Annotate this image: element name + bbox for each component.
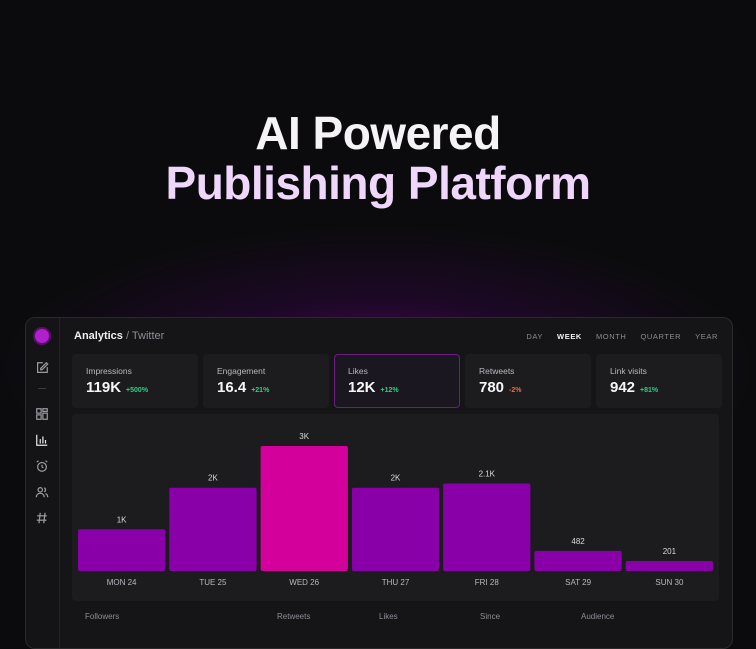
- column-retweets[interactable]: Retweets: [277, 612, 310, 621]
- breadcrumb-twitter: Twitter: [131, 330, 165, 342]
- metric-cards: Impressions 119K +500% Engagement 16.4 +…: [72, 354, 722, 408]
- hero-line-2: Publishing Platform: [165, 157, 591, 209]
- metric-card-likes[interactable]: Likes 12K +12%: [334, 354, 460, 408]
- metric-label: Likes: [348, 366, 368, 376]
- bar-chart-icon[interactable]: [35, 433, 49, 447]
- alarm-icon[interactable]: [35, 459, 49, 473]
- metric-delta: -2%: [509, 387, 522, 394]
- metric-delta: +12%: [380, 387, 399, 394]
- bar-thu-27[interactable]: [351, 487, 440, 571]
- data-label: 3K: [299, 432, 309, 441]
- range-day[interactable]: DAY: [526, 332, 543, 341]
- column-audience[interactable]: Audience: [581, 612, 614, 621]
- metric-value: 942: [610, 379, 636, 396]
- bar-tue-25[interactable]: [169, 487, 257, 571]
- column-likes[interactable]: Likes: [379, 612, 398, 621]
- data-label: 482: [571, 537, 585, 546]
- data-label: 201: [663, 547, 677, 556]
- column-followers[interactable]: Followers: [85, 612, 119, 621]
- dashboard-icon[interactable]: [35, 407, 49, 421]
- likes-bar-chart: 1K MON 24 2K TUE 25 3K WED 26 2K THU 27 2.1K FRI …: [72, 414, 719, 601]
- x-tick-label: TUE 25: [199, 578, 227, 587]
- metric-card-link-visits[interactable]: Link visits 942 +81%: [596, 354, 722, 408]
- users-icon[interactable]: [35, 485, 49, 499]
- breadcrumb: Analytics / Twitter: [74, 330, 164, 342]
- app-window: Analytics / Twitter DAY WEEK MONTH QUART…: [25, 317, 733, 649]
- x-tick-label: SUN 30: [655, 578, 684, 587]
- x-tick-label: WED 26: [289, 578, 319, 587]
- metric-card-engagement[interactable]: Engagement 16.4 +21%: [203, 354, 329, 408]
- metric-card-retweets[interactable]: Retweets 780 -2%: [465, 354, 591, 408]
- x-tick-label: MON 24: [107, 578, 137, 587]
- sidebar-divider: [38, 388, 46, 389]
- metric-card-impressions[interactable]: Impressions 119K +500%: [72, 354, 198, 408]
- range-selector: DAY WEEK MONTH QUARTER YEAR: [526, 332, 718, 341]
- x-tick-label: THU 27: [382, 578, 410, 587]
- metric-label: Engagement: [217, 366, 266, 376]
- data-label: 2K: [391, 474, 401, 483]
- metric-value: 12K: [348, 379, 376, 396]
- breadcrumb-analytics[interactable]: Analytics: [74, 330, 123, 342]
- x-tick-label: SAT 29: [565, 578, 591, 587]
- range-quarter[interactable]: QUARTER: [640, 332, 681, 341]
- data-label: 2K: [208, 474, 218, 483]
- bar-fri-28[interactable]: [443, 483, 531, 572]
- bar-sat-29[interactable]: [534, 550, 622, 571]
- metric-label: Retweets: [479, 366, 515, 376]
- sidebar: [26, 318, 60, 648]
- hashtag-icon[interactable]: [35, 511, 49, 525]
- hero-line-1: AI Powered: [255, 107, 501, 159]
- bar-chart-svg: 1K MON 24 2K TUE 25 3K WED 26 2K THU 27 2.1K FRI …: [78, 432, 713, 587]
- metric-value: 119K: [86, 379, 122, 396]
- range-month[interactable]: MONTH: [596, 332, 627, 341]
- bar-mon-24[interactable]: [78, 529, 166, 571]
- metric-delta: +21%: [251, 387, 270, 394]
- bar-wed-26[interactable]: [260, 446, 348, 571]
- metric-label: Link visits: [610, 366, 647, 376]
- data-label: 2.1K: [479, 470, 496, 479]
- hero-heading: AI Powered Publishing Platform: [0, 108, 756, 208]
- range-year[interactable]: YEAR: [695, 332, 718, 341]
- x-tick-label: FRI 28: [475, 578, 500, 587]
- data-label: 1K: [117, 515, 127, 524]
- bar-sun-30[interactable]: [625, 561, 713, 571]
- metric-label: Impressions: [86, 366, 132, 376]
- logo[interactable]: [35, 329, 49, 343]
- breadcrumb-separator: /: [125, 330, 130, 342]
- main-content: Analytics / Twitter DAY WEEK MONTH QUART…: [60, 318, 732, 648]
- metric-value: 780: [479, 379, 505, 396]
- metric-value: 16.4: [217, 379, 247, 396]
- edit-icon[interactable]: [35, 361, 49, 375]
- range-week[interactable]: WEEK: [557, 332, 582, 341]
- metric-delta: +81%: [640, 387, 659, 394]
- column-since[interactable]: Since: [480, 612, 500, 621]
- metric-delta: +500%: [126, 387, 149, 394]
